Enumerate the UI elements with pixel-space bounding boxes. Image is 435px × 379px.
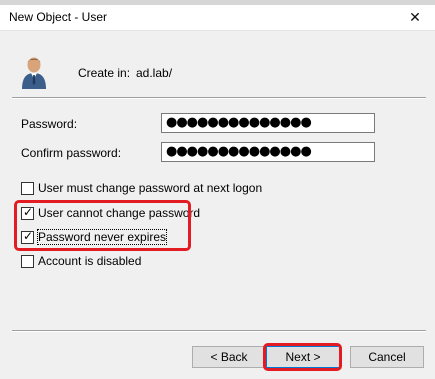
account-disabled-label[interactable]: Account is disabled [38,254,141,268]
must-change-password-checkbox[interactable] [21,182,34,195]
window-title: New Object - User [9,10,108,24]
separator-top [12,97,426,99]
cancel-button[interactable]: Cancel [350,346,424,368]
password-field[interactable]: ●●●●●●●●●●●●●● [161,113,375,133]
password-label: Password: [21,117,78,131]
separator-bottom [12,330,426,332]
create-in-label: Create in: [78,66,131,80]
highlight-annotation-next [263,343,342,371]
user-avatar-icon [21,55,47,89]
confirm-password-field[interactable]: ●●●●●●●●●●●●●● [161,142,375,162]
highlight-annotation-options [14,200,191,251]
create-in-value: ad.lab/ [136,66,173,80]
confirm-password-label: Confirm password: [21,146,122,160]
close-icon[interactable]: ✕ [406,9,424,25]
account-disabled-checkbox[interactable] [21,255,34,268]
back-button[interactable]: < Back [192,346,266,368]
must-change-password-label[interactable]: User must change password at next logon [38,181,262,195]
